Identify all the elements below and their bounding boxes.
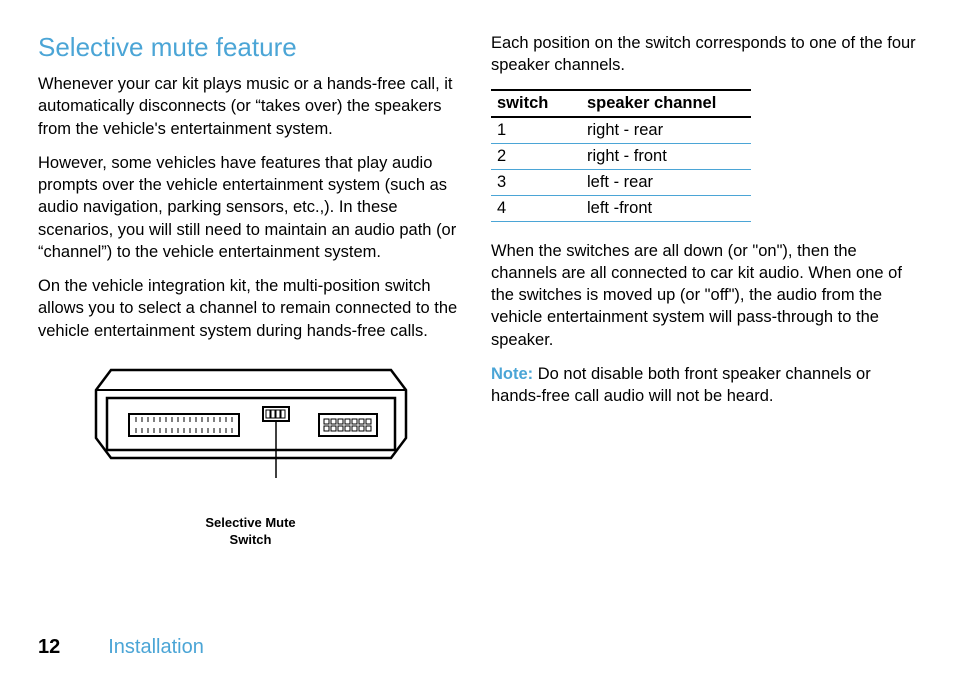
section-heading: Selective mute feature — [38, 32, 463, 63]
table-cell: 3 — [491, 169, 581, 195]
figure-caption: Selective Mute Switch — [38, 515, 463, 549]
table-cell: right - rear — [581, 117, 751, 144]
note-label: Note: — [491, 365, 533, 383]
table-cell: left -front — [581, 195, 751, 221]
table-row: 2 right - front — [491, 143, 751, 169]
table-cell: 1 — [491, 117, 581, 144]
paragraph: When the switches are all down (or "on")… — [491, 240, 916, 351]
device-figure: Selective Mute Switch — [38, 360, 463, 549]
note-text: Do not disable both front speaker channe… — [491, 365, 871, 405]
paragraph: Whenever your car kit plays music or a h… — [38, 73, 463, 140]
note-paragraph: Note: Do not disable both front speaker … — [491, 363, 916, 408]
table-row: 1 right - rear — [491, 117, 751, 144]
page-footer: 12 Installation — [38, 630, 916, 659]
page-content: Selective mute feature Whenever your car… — [38, 32, 916, 630]
table-cell: right - front — [581, 143, 751, 169]
table-header-row: switch speaker channel — [491, 90, 751, 117]
switch-table: switch speaker channel 1 right - rear 2 … — [491, 89, 751, 222]
table-cell: 2 — [491, 143, 581, 169]
page-number: 12 — [38, 636, 60, 659]
table-row: 3 left - rear — [491, 169, 751, 195]
table-header: switch — [491, 90, 581, 117]
table-header: speaker channel — [581, 90, 751, 117]
paragraph: On the vehicle integration kit, the mult… — [38, 275, 463, 342]
left-column: Selective mute feature Whenever your car… — [38, 32, 463, 630]
paragraph: However, some vehicles have features tha… — [38, 152, 463, 263]
right-column: Each position on the switch corresponds … — [491, 32, 916, 630]
table-cell: left - rear — [581, 169, 751, 195]
table-row: 4 left -front — [491, 195, 751, 221]
section-name: Installation — [108, 636, 204, 659]
paragraph: Each position on the switch corresponds … — [491, 32, 916, 77]
table-cell: 4 — [491, 195, 581, 221]
device-illustration-icon — [81, 360, 421, 510]
